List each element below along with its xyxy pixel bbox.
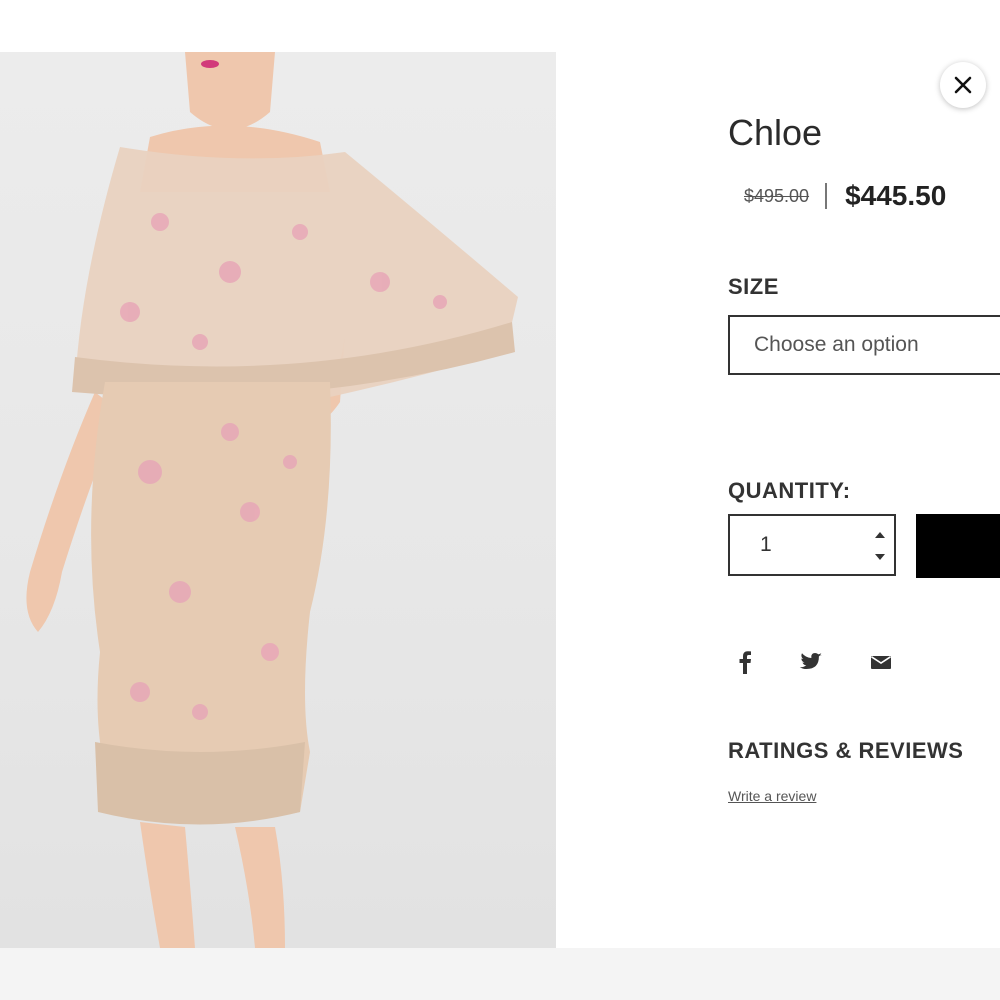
price-row: $495.00 $445.50: [744, 180, 946, 212]
facebook-icon[interactable]: [731, 648, 759, 676]
size-label: SIZE: [728, 274, 779, 299]
quantity-input[interactable]: [730, 516, 860, 574]
close-button[interactable]: [940, 62, 986, 108]
quantity-label: QUANTITY:: [728, 478, 851, 503]
quantity-stepper: [728, 514, 896, 576]
write-review-link[interactable]: Write a review: [728, 788, 816, 804]
add-to-cart-button[interactable]: [916, 514, 1000, 578]
size-select-placeholder: Choose an option: [754, 333, 919, 356]
twitter-icon[interactable]: [797, 648, 825, 676]
close-icon: [954, 76, 972, 94]
product-image: [0, 52, 556, 948]
size-select[interactable]: Choose an option: [728, 315, 1000, 375]
original-price: $495.00: [744, 185, 810, 206]
sale-price: $445.50: [845, 180, 947, 211]
increment-arrow-icon[interactable]: [872, 528, 888, 542]
price-divider: [825, 183, 828, 209]
product-title: Chloe: [728, 112, 823, 153]
decrement-arrow-icon[interactable]: [872, 550, 888, 564]
email-icon[interactable]: [867, 648, 895, 676]
bottom-strip: [0, 948, 1000, 1000]
reviews-heading: RATINGS & REVIEWS: [728, 738, 964, 763]
dress-illustration: [26, 52, 518, 948]
